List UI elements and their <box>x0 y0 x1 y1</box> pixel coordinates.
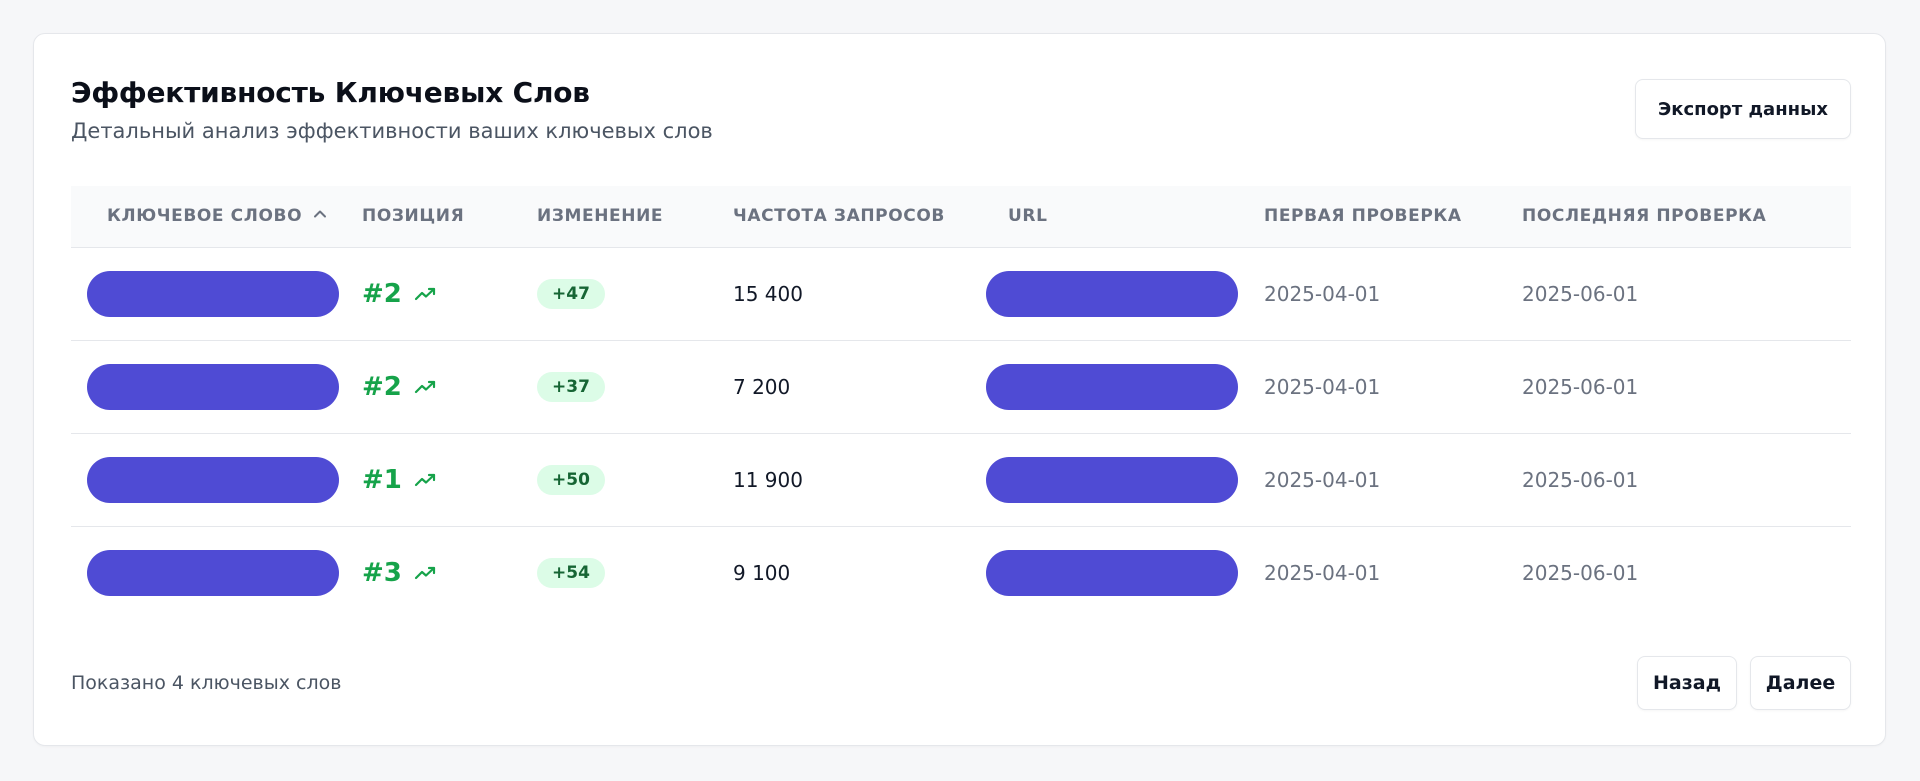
last-check-date: 2025-06-01 <box>1522 281 1639 306</box>
table-row: #2 +37 7 200 2025-04-01 2025-06-01 <box>71 340 1851 434</box>
trending-up-icon <box>414 286 438 302</box>
chevron-up-icon <box>312 206 328 227</box>
position-label: #2 <box>362 371 402 402</box>
export-data-button[interactable]: Экспорт данных <box>1635 79 1851 139</box>
position-label: #3 <box>362 557 402 588</box>
keywords-table-wrapper: КЛЮЧЕВОЕ СЛОВО ПОЗИЦИЯ ИЗМЕНЕНИЕ ЧАСТОТА… <box>71 186 1851 619</box>
change-badge: +50 <box>537 464 605 495</box>
position-label: #1 <box>362 464 402 495</box>
table-header-row: КЛЮЧЕВОЕ СЛОВО ПОЗИЦИЯ ИЗМЕНЕНИЕ ЧАСТОТА… <box>71 186 1851 248</box>
column-header-change: ИЗМЕНЕНИЕ <box>537 186 733 248</box>
column-header-keyword[interactable]: КЛЮЧЕВОЕ СЛОВО <box>71 186 362 248</box>
change-badge: +54 <box>537 557 605 588</box>
column-header-label: ПОЗИЦИЯ <box>362 206 465 227</box>
redacted-keyword <box>87 363 339 410</box>
table-row: #1 +50 11 900 2025-04-01 2025-06-01 <box>71 433 1851 527</box>
table-row: #3 +54 9 100 2025-04-01 2025-06-01 <box>71 526 1851 619</box>
keyword-performance-card: Эффективность Ключевых Слов Детальный ан… <box>33 33 1886 746</box>
first-check-date: 2025-04-01 <box>1264 374 1381 399</box>
column-header-label: ПЕРВАЯ ПРОВЕРКА <box>1264 206 1462 227</box>
column-header-label: КЛЮЧЕВОЕ СЛОВО <box>107 206 303 227</box>
frequency-value: 7 200 <box>733 374 791 399</box>
column-header-last-check: ПОСЛЕДНЯЯ ПРОВЕРКА <box>1522 186 1851 248</box>
redacted-url <box>986 549 1238 596</box>
column-header-first-check: ПЕРВАЯ ПРОВЕРКА <box>1264 186 1522 248</box>
next-page-button[interactable]: Далее <box>1750 656 1851 710</box>
redacted-keyword <box>87 456 339 503</box>
frequency-value: 9 100 <box>733 560 791 585</box>
trending-up-icon <box>414 472 438 488</box>
redacted-url <box>986 363 1238 410</box>
keywords-table: КЛЮЧЕВОЕ СЛОВО ПОЗИЦИЯ ИЗМЕНЕНИЕ ЧАСТОТА… <box>71 186 1851 619</box>
redacted-keyword <box>87 270 339 317</box>
position-value: #1 <box>362 465 438 495</box>
last-check-date: 2025-06-01 <box>1522 374 1639 399</box>
last-check-date: 2025-06-01 <box>1522 467 1639 492</box>
redacted-url <box>986 456 1238 503</box>
frequency-value: 11 900 <box>733 467 803 492</box>
previous-page-button[interactable]: Назад <box>1637 656 1737 710</box>
column-header-url: URL <box>986 186 1264 248</box>
position-value: #2 <box>362 372 438 402</box>
redacted-keyword <box>87 549 339 596</box>
column-header-label: ЧАСТОТА ЗАПРОСОВ <box>733 206 945 227</box>
first-check-date: 2025-04-01 <box>1264 560 1381 585</box>
change-badge: +47 <box>537 278 605 309</box>
trending-up-icon <box>414 565 438 581</box>
redacted-url <box>986 270 1238 317</box>
position-label: #2 <box>362 278 402 309</box>
change-badge: +37 <box>537 371 605 402</box>
last-check-date: 2025-06-01 <box>1522 560 1639 585</box>
page-subtitle: Детальный анализ эффективности ваших клю… <box>71 119 713 143</box>
table-row: #2 +47 15 400 2025-04-01 2025-06-01 <box>71 247 1851 341</box>
column-header-frequency: ЧАСТОТА ЗАПРОСОВ <box>733 186 986 248</box>
column-header-label: ИЗМЕНЕНИЕ <box>537 206 664 227</box>
first-check-date: 2025-04-01 <box>1264 281 1381 306</box>
column-header-label: ПОСЛЕДНЯЯ ПРОВЕРКА <box>1522 206 1767 227</box>
column-header-position: ПОЗИЦИЯ <box>362 186 537 248</box>
position-value: #2 <box>362 279 438 309</box>
results-summary: Показано 4 ключевых слов <box>71 672 342 694</box>
trending-up-icon <box>414 379 438 395</box>
page-title: Эффективность Ключевых Слов <box>71 76 590 109</box>
position-value: #3 <box>362 558 438 588</box>
first-check-date: 2025-04-01 <box>1264 467 1381 492</box>
column-header-label: URL <box>1008 206 1048 227</box>
frequency-value: 15 400 <box>733 281 803 306</box>
